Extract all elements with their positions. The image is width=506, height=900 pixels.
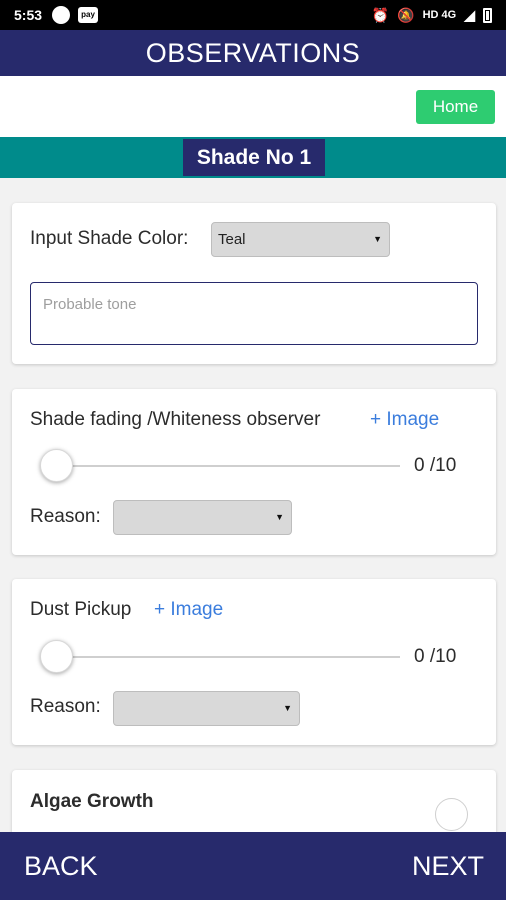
status-bar: 5:53 pay ⏰ 🔕 HD 4G ◢ — [0, 0, 506, 30]
home-row: Home — [0, 76, 506, 137]
shade-color-selected: Teal — [218, 231, 246, 248]
dust-reason-select[interactable]: ▼ — [113, 691, 300, 726]
status-icons: ⏰ 🔕 HD 4G ◢ — [372, 7, 492, 24]
next-button[interactable]: NEXT — [412, 832, 484, 900]
back-button[interactable]: BACK — [24, 832, 98, 900]
shade-color-card: Input Shade Color: Teal ▼ Probable tone — [12, 203, 496, 364]
notifications-off-icon: 🔕 — [397, 6, 415, 23]
dropdown-arrow-icon: ▼ — [275, 512, 284, 522]
fading-slider-thumb[interactable] — [40, 449, 73, 482]
status-time: 5:53 — [14, 7, 43, 23]
dust-slider-track[interactable] — [56, 656, 400, 658]
dust-slider-value: 0 /10 — [414, 646, 457, 667]
notification-dot-icon — [52, 6, 71, 24]
pay-app-icon: pay — [78, 7, 99, 23]
fading-add-image-link[interactable]: + Image — [370, 409, 439, 431]
shade-fading-card: Shade fading /Whiteness observer + Image… — [12, 389, 496, 555]
fading-slider-value: 0 /10 — [414, 455, 457, 476]
home-button[interactable]: Home — [416, 90, 495, 124]
dust-reason-label: Reason: — [30, 696, 101, 717]
fading-reason-label: Reason: — [30, 506, 101, 527]
signal-icon: ◢ — [464, 6, 475, 23]
shade-fading-label: Shade fading /Whiteness observer — [30, 409, 321, 430]
shade-title: Shade No 1 — [183, 139, 325, 176]
dust-pickup-card: Dust Pickup + Image 0 /10 Reason: ▼ — [12, 579, 496, 745]
dust-slider-thumb[interactable] — [40, 640, 73, 673]
fading-slider-track[interactable] — [56, 465, 400, 467]
dropdown-arrow-icon: ▼ — [373, 234, 382, 244]
shade-header-band: Shade No 1 — [0, 137, 506, 178]
algae-growth-label: Algae Growth — [30, 791, 154, 812]
probable-tone-field[interactable]: Probable tone — [30, 282, 478, 345]
dust-add-image-link[interactable]: + Image — [154, 599, 223, 621]
shade-color-label: Input Shade Color: — [30, 228, 189, 249]
dropdown-arrow-icon: ▼ — [283, 703, 292, 713]
alarm-icon: ⏰ — [371, 6, 390, 23]
bottom-nav: BACK NEXT — [0, 832, 506, 900]
network-label: HD 4G — [422, 9, 457, 21]
dust-pickup-label: Dust Pickup — [30, 599, 132, 620]
battery-icon — [483, 7, 492, 23]
page-title: OBSERVATIONS — [0, 30, 506, 76]
fading-reason-select[interactable]: ▼ — [113, 500, 292, 535]
shade-color-select[interactable]: Teal ▼ — [211, 222, 390, 257]
algae-growth-toggle[interactable] — [435, 798, 468, 831]
